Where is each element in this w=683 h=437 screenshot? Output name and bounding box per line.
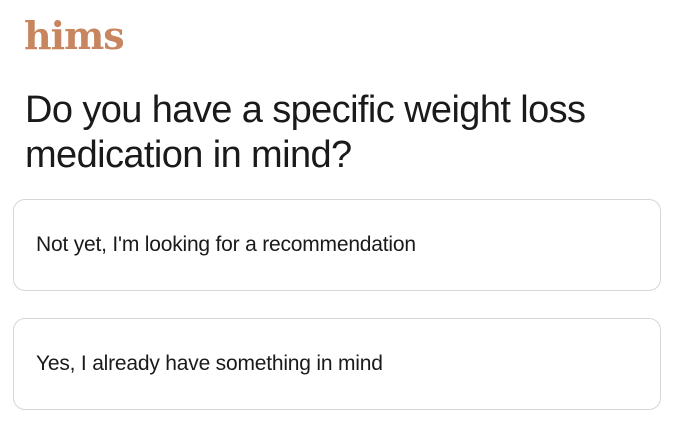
option-not-yet-recommendation[interactable]: Not yet, I'm looking for a recommendatio… [13, 199, 661, 291]
question-title: Do you have a specific weight loss medic… [25, 89, 586, 176]
option-label: Not yet, I'm looking for a recommendatio… [36, 233, 416, 256]
option-yes-have-in-mind[interactable]: Yes, I already have something in mind [13, 318, 661, 410]
option-label: Yes, I already have something in mind [36, 352, 383, 375]
hims-logo: hims [24, 13, 125, 58]
